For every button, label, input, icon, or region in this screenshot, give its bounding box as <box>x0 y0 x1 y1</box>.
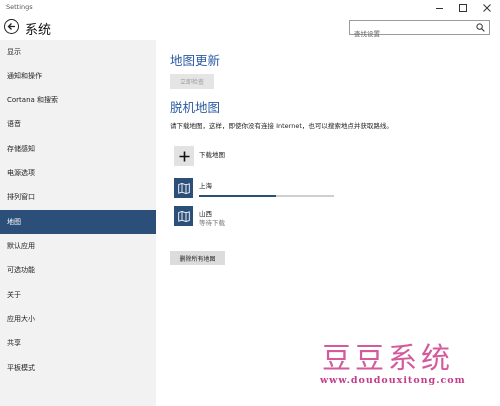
map-updates-heading: 地图更新 <box>170 53 221 68</box>
title-bar: Settings <box>0 0 500 16</box>
maximize-button[interactable] <box>452 0 474 16</box>
map-status: 等待下载 <box>199 219 225 227</box>
sidebar-item-notifications[interactable]: 通知和操作 <box>0 64 156 88</box>
delete-all-maps-button[interactable]: 删除所有地图 <box>170 251 225 265</box>
map-icon <box>177 210 190 222</box>
sidebar-item-maps[interactable]: 地图 <box>0 210 156 234</box>
watermark-url: www.doudouxitong.com <box>320 375 466 386</box>
sidebar-item-cortana-search[interactable]: Cortana 和搜索 <box>0 88 156 112</box>
search-box[interactable] <box>349 20 490 41</box>
minimize-icon <box>435 7 443 9</box>
map-icon <box>177 182 190 194</box>
sidebar-item-share[interactable]: 共享 <box>0 331 156 355</box>
download-progress-bar <box>199 195 334 197</box>
offline-maps-description: 请下载地图，这样，即使你没有连接 Internet，也可以搜索地点并获取路线。 <box>170 122 393 130</box>
watermark-title: 豆豆系统 <box>322 341 455 375</box>
page-title: 系统 <box>25 23 52 38</box>
sidebar-item-about[interactable]: 关于 <box>0 283 156 307</box>
sidebar-item-storage[interactable]: 存储感知 <box>0 137 156 161</box>
sidebar-item-speech[interactable]: 语音 <box>0 112 156 136</box>
search-icon[interactable] <box>476 23 485 32</box>
search-input[interactable] <box>350 27 472 41</box>
page-header: 系统 <box>0 16 500 41</box>
map-item-shanxi[interactable]: 山西 等待下载 <box>174 206 339 228</box>
sidebar-item-multitasking[interactable]: 排列窗口 <box>0 185 156 209</box>
sidebar-item-default-apps[interactable]: 默认应用 <box>0 234 156 258</box>
sidebar: 显示 通知和操作 Cortana 和搜索 语音 存储感知 电源选项 排列窗口 地… <box>0 40 156 406</box>
sidebar-item-optional-features[interactable]: 可选功能 <box>0 258 156 282</box>
maximize-icon <box>459 4 467 12</box>
map-item-shanghai[interactable]: 上海 <box>174 178 339 200</box>
minimize-button[interactable] <box>428 0 450 16</box>
sidebar-item-display[interactable]: 显示 <box>0 40 156 64</box>
sidebar-item-tablet-mode[interactable]: 平板模式 <box>0 356 156 380</box>
close-icon <box>483 4 491 12</box>
map-tile <box>174 178 193 198</box>
settings-window: Settings 系统 显示 通知和操作 Cortana 和搜索 语音 存储感知… <box>0 0 500 406</box>
download-maps-label: 下载地图 <box>199 151 225 159</box>
download-maps-button[interactable]: 下载地图 <box>174 146 225 166</box>
plus-icon <box>179 151 189 161</box>
sidebar-item-app-sizes[interactable]: 应用大小 <box>0 307 156 331</box>
offline-maps-heading: 脱机地图 <box>170 100 221 115</box>
back-arrow-icon <box>7 23 15 30</box>
window-title: Settings <box>6 3 33 11</box>
sidebar-item-power[interactable]: 电源选项 <box>0 161 156 185</box>
download-progress-fill <box>199 195 276 197</box>
close-button[interactable] <box>476 0 498 16</box>
map-name: 上海 <box>199 182 212 190</box>
back-button[interactable] <box>4 19 19 34</box>
add-icon-box <box>174 146 194 166</box>
site-watermark: 豆豆系统 www.doudouxitong.com <box>318 333 500 406</box>
map-tile <box>174 206 193 226</box>
check-now-button[interactable]: 立即检查 <box>170 74 214 89</box>
